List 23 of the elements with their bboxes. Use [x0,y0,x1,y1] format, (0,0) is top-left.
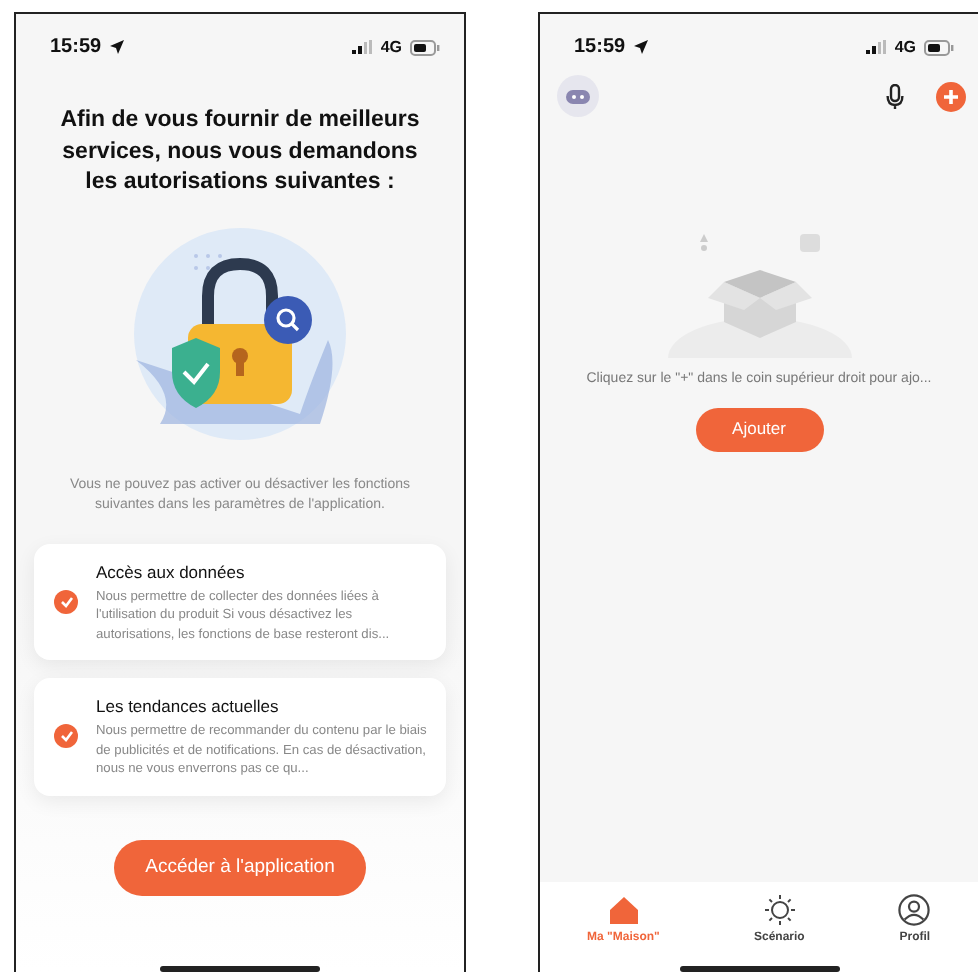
profile-icon [898,894,931,926]
location-icon [109,40,124,54]
permission-name: Accès aux données [96,559,247,586]
checkmark-icon[interactable] [54,590,78,615]
signal-icon [352,40,373,54]
status-time: 15:59 [574,34,626,62]
microphone-icon[interactable] [886,83,904,109]
battery-icon [924,39,954,55]
network-label: 4G [894,35,916,59]
permission-name: Les tendances actuelles [96,694,281,720]
home-icon [607,894,640,926]
checkmark-icon[interactable] [54,724,78,749]
battery-icon [410,39,440,55]
location-icon [633,40,648,54]
add-device-button[interactable]: Ajouter [695,407,823,451]
permission-title: Afin de vous fournir de meilleurs services, nous vous demandons les autorisations suivantes : [58,106,422,199]
network-label: 4G [380,35,402,59]
status-time: 15:59 [50,34,102,62]
add-icon[interactable] [936,81,966,111]
signal-icon [866,40,887,54]
access-app-button[interactable]: Accéder à l'application [114,840,366,896]
sun-icon [763,894,796,926]
avatar-icon[interactable] [556,74,600,118]
